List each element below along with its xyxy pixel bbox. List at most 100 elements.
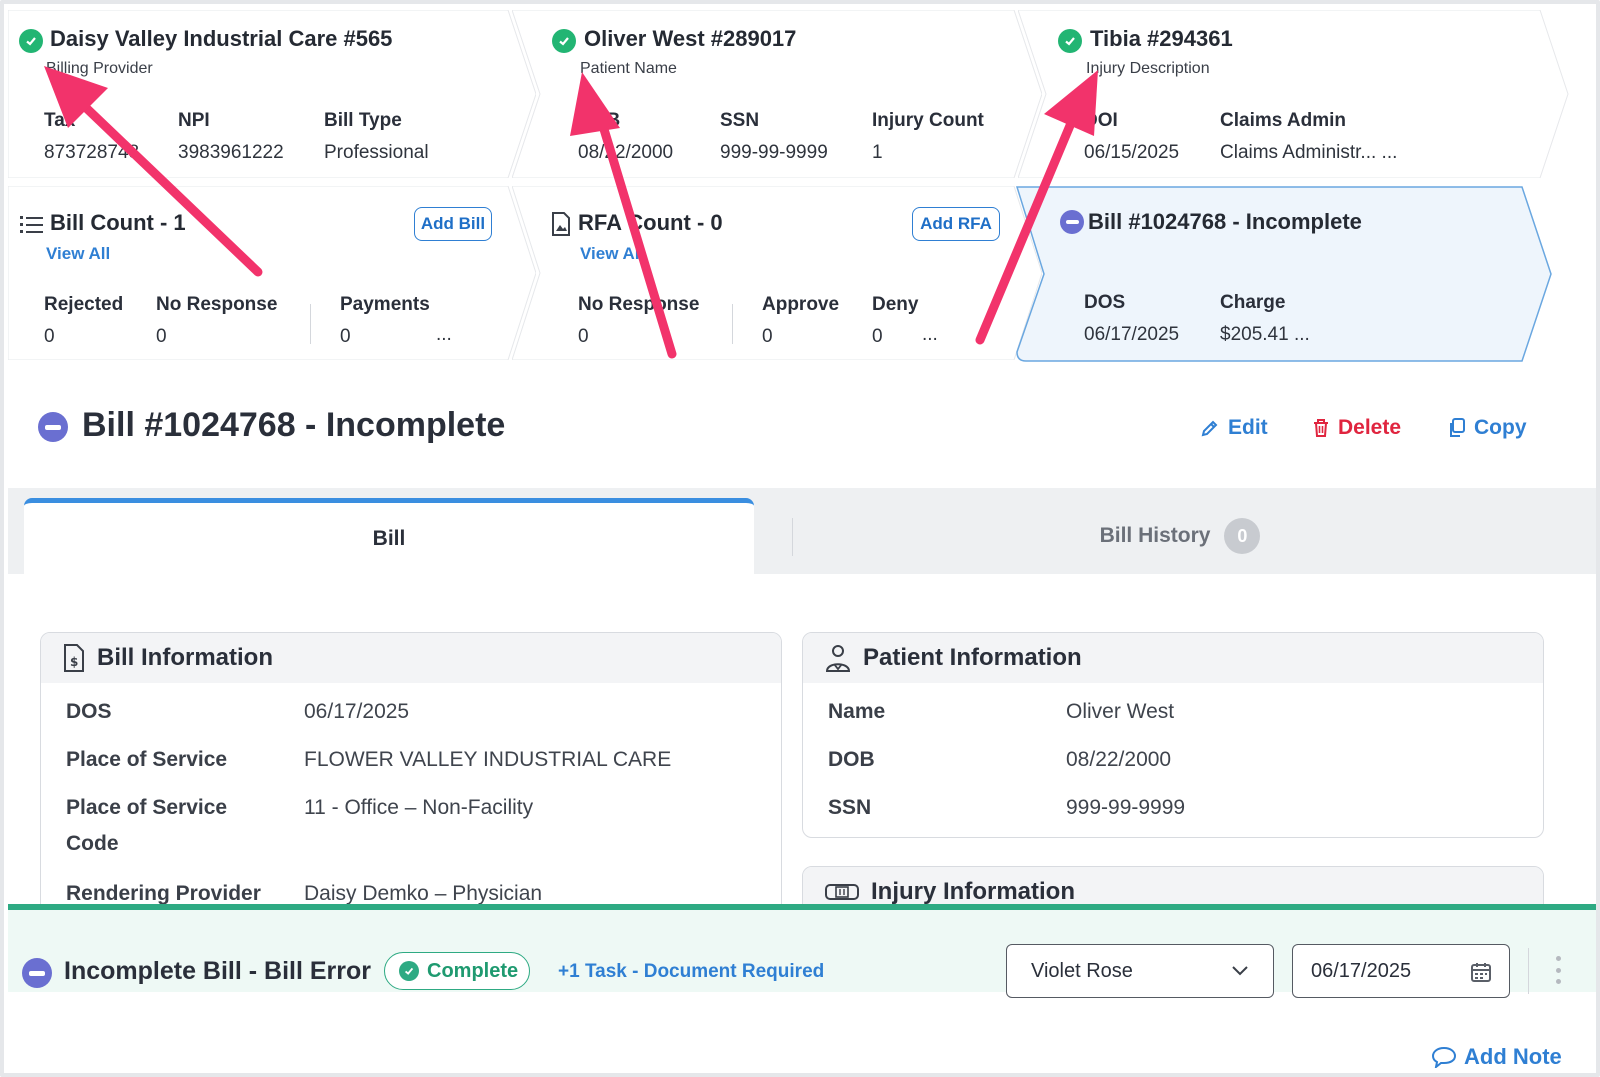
bill-information-title: Bill Information: [97, 644, 273, 671]
deny-label: Deny: [872, 294, 919, 315]
npi-label: NPI: [178, 110, 210, 131]
rendering-provider-value: Daisy Demko – Physician: [304, 882, 543, 905]
provider-subtitle: Billing Provider: [46, 60, 153, 77]
svg-text:$: $: [70, 655, 78, 669]
verified-check-icon: [19, 29, 43, 53]
rfa-no-response-label: No Response: [578, 294, 700, 315]
trash-icon: [1314, 419, 1328, 437]
invoice-icon: $: [64, 644, 84, 672]
payments-value: 0: [340, 326, 351, 347]
injury-information-title: Injury Information: [871, 878, 1075, 905]
dos-label: DOS: [1084, 292, 1126, 313]
history-count-badge: 0: [1224, 518, 1261, 554]
bill-type-label: Bill Type: [324, 110, 402, 131]
incomplete-status-icon: [1060, 210, 1084, 234]
charge-label: Charge: [1220, 292, 1286, 313]
delete-label: Delete: [1338, 416, 1402, 439]
ssn-value: 999-99-9999: [720, 142, 828, 163]
bill-count-title: Bill Count - 1: [50, 210, 186, 235]
page-title: Bill #1024768 - Incomplete: [82, 406, 506, 444]
patient-name-value: Oliver West: [1066, 700, 1175, 723]
chevron-down-icon: [1232, 966, 1248, 976]
claims-admin-value: Claims Administr... ...: [1220, 142, 1398, 163]
charge-value: $205.41 ...: [1220, 324, 1310, 345]
ssn-label: SSN: [720, 110, 760, 131]
doi-value: 06/15/2025: [1084, 142, 1180, 163]
rfa-view-all-link[interactable]: View All: [580, 244, 644, 264]
divider: [732, 304, 733, 344]
patient-name-label: Name: [828, 700, 886, 723]
injury-count-label: Injury Count: [872, 110, 984, 131]
approve-value: 0: [762, 326, 773, 347]
place-of-service-code-label: Place of Service Code: [66, 796, 228, 855]
patient-information-header: Patient Information: [803, 633, 1543, 683]
calendar-icon: [1471, 963, 1491, 982]
task-title: Incomplete Bill - Bill Error: [64, 957, 371, 985]
copy-button[interactable]: Copy: [1448, 416, 1527, 440]
assignee-select[interactable]: Violet Rose: [1006, 944, 1274, 998]
verified-check-icon: [1058, 29, 1082, 53]
rfa-count-title: RFA Count - 0: [578, 210, 723, 235]
tax-value: 873728748: [44, 142, 140, 163]
deny-value: 0: [872, 326, 883, 347]
tab-bill-history[interactable]: Bill History 0: [780, 498, 1580, 574]
add-note-button[interactable]: Add Note: [1432, 1044, 1562, 1070]
current-bill-title[interactable]: Bill #1024768 - Incomplete: [1088, 209, 1362, 235]
comment-icon: [1432, 1046, 1456, 1068]
incomplete-status-icon: [38, 412, 68, 442]
delete-button[interactable]: Delete: [1312, 416, 1401, 440]
bills-view-all-link[interactable]: View All: [46, 244, 110, 264]
doi-label: DOI: [1084, 110, 1118, 131]
place-of-service-code-value: 11 - Office – Non-Facility: [304, 796, 534, 819]
patient-title[interactable]: Oliver West #289017: [584, 26, 796, 52]
patient-ssn-value: 999-99-9999: [1066, 796, 1186, 819]
payments-label: Payments: [340, 294, 430, 315]
verified-check-icon: [552, 29, 576, 53]
add-bill-button[interactable]: Add Bill: [414, 207, 492, 241]
document-image-icon: [552, 212, 570, 236]
bandage-icon: [825, 884, 859, 900]
task-document-link[interactable]: +1 Task - Document Required: [558, 961, 824, 983]
copy-label: Copy: [1474, 416, 1527, 439]
due-date-input[interactable]: 06/17/2025: [1292, 944, 1510, 998]
due-date-value: 06/17/2025: [1311, 959, 1412, 982]
place-of-service-value: FLOWER VALLEY INDUSTRIAL CARE: [304, 748, 672, 771]
patient-subtitle: Patient Name: [580, 60, 677, 77]
complete-status-label: Complete: [427, 959, 519, 982]
edit-label: Edit: [1228, 416, 1268, 439]
patient-dob-value: 08/22/2000: [1066, 748, 1172, 771]
bill-type-value: Professional: [324, 142, 429, 163]
injury-count-value: 1: [872, 142, 883, 163]
patient-icon: [825, 645, 851, 672]
dob-value: 08/22/2000: [578, 142, 674, 163]
copy-icon: [1450, 418, 1465, 437]
claims-admin-label: Claims Admin: [1220, 110, 1346, 131]
dob-label: DOB: [578, 110, 621, 131]
pencil-icon: [1201, 420, 1218, 437]
injury-subtitle: Injury Description: [1086, 60, 1210, 77]
complete-status-badge[interactable]: Complete: [384, 952, 530, 990]
bills-more-indicator: ...: [436, 324, 452, 345]
add-rfa-button[interactable]: Add RFA: [912, 207, 1000, 241]
approve-label: Approve: [762, 294, 840, 315]
tax-label: Tax: [44, 110, 76, 131]
no-response-label: No Response: [156, 294, 278, 315]
assignee-value: Violet Rose: [1031, 959, 1133, 982]
npi-value: 3983961222: [178, 142, 284, 163]
rejected-value: 0: [44, 326, 55, 347]
injury-title[interactable]: Tibia #294361: [1090, 26, 1233, 52]
list-icon: [20, 216, 43, 233]
dos-value: 06/17/2025: [1084, 324, 1180, 345]
app-frame: Daisy Valley Industrial Care #565 Billin…: [0, 0, 1600, 1077]
bill-information-header: $ Bill Information: [41, 633, 781, 683]
more-options-icon[interactable]: [1554, 956, 1562, 984]
provider-title[interactable]: Daisy Valley Industrial Care #565: [50, 26, 392, 52]
tab-bill[interactable]: Bill: [24, 498, 754, 574]
tab-bill-history-label: Bill History: [1099, 524, 1211, 547]
edit-button[interactable]: Edit: [1200, 416, 1268, 440]
incomplete-status-icon: [22, 958, 52, 988]
dos-row-value: 06/17/2025: [304, 700, 410, 723]
check-circle-icon: [399, 961, 419, 981]
rfa-no-response-value: 0: [578, 326, 589, 347]
patient-dob-label: DOB: [828, 748, 875, 771]
